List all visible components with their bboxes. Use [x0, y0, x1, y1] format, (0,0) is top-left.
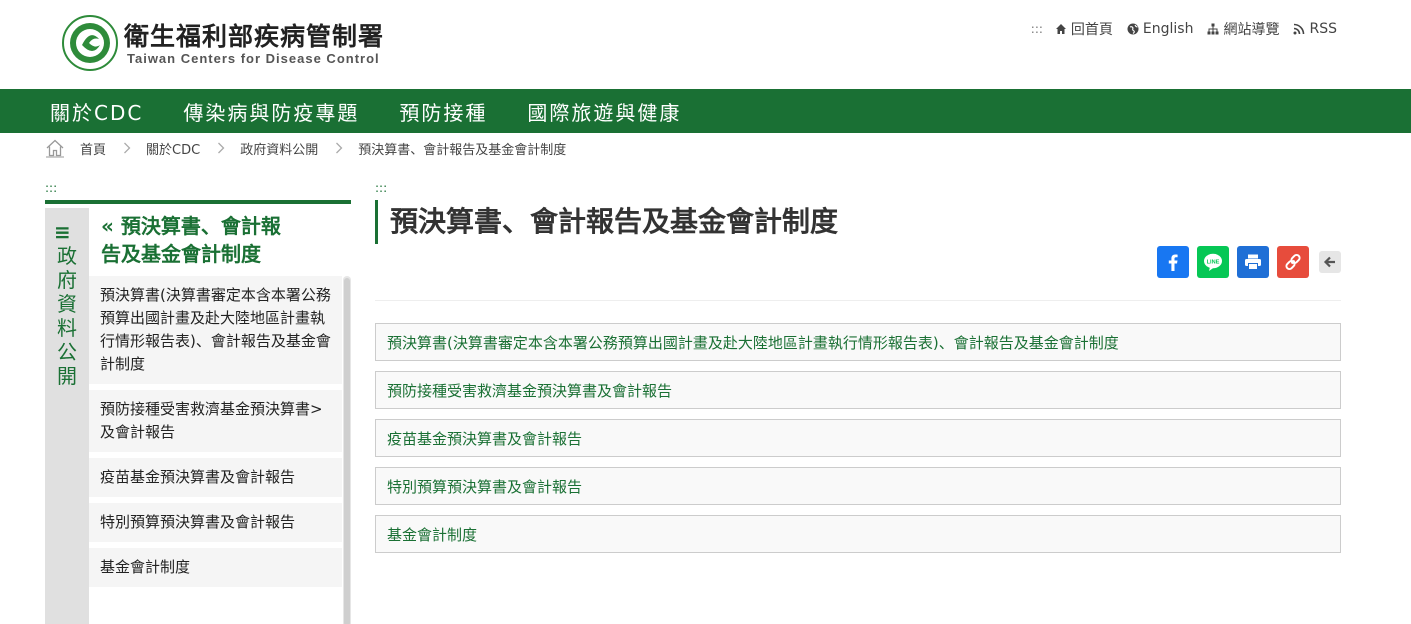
breadcrumb: 首頁 關於CDC 政府資料公開 預決算書、會計報告及基金會計制度	[45, 137, 566, 159]
sidebar-item-special-budget[interactable]: 特別預算預決算書及會計報告	[89, 503, 342, 542]
content-link-vaccine-injury-fund[interactable]: 預防接種受害救濟基金預決算書及會計報告	[375, 371, 1341, 409]
content-link-list: 預決算書(決算書審定本含本署公務預算出國計畫及赴大陸地區計畫執行情形報告表)、會…	[375, 323, 1341, 563]
rss-link-label: RSS	[1309, 21, 1337, 37]
nav-item-diseases[interactable]: 傳染病與防疫專題	[183, 97, 359, 126]
home-link[interactable]: 回首頁	[1055, 19, 1113, 39]
nav-item-vaccination[interactable]: 預防接種	[399, 97, 487, 126]
sidebar-item-fund-accounting[interactable]: 基金會計制度	[89, 548, 342, 587]
svg-text:LINE: LINE	[1207, 259, 1220, 265]
page-title: 預決算書、會計報告及基金會計制度	[375, 200, 838, 244]
facebook-share-button[interactable]	[1157, 246, 1189, 278]
sidebar-item-budget-reports[interactable]: 預決算書(決算書審定本含本署公務預算出國計畫及赴大陸地區計畫執行情形報告表)、會…	[89, 276, 342, 384]
rss-link[interactable]: RSS	[1293, 21, 1337, 37]
english-link[interactable]: English	[1127, 21, 1194, 37]
top-utility-links: ::: 回首頁 English 網站導覽 RSS	[1031, 19, 1337, 39]
arrow-left-icon	[1323, 256, 1335, 268]
menu-icon[interactable]: ≡	[54, 222, 71, 242]
site-title: 衛生福利部疾病管制署	[124, 22, 385, 51]
sidebar-list: 預決算書(決算書審定本含本署公務預算出國計畫及赴大陸地區計畫執行情形報告表)、會…	[89, 276, 342, 593]
home-link-label: 回首頁	[1070, 22, 1113, 38]
sidebar-accesskey-marker[interactable]: :::	[45, 181, 57, 195]
breadcrumb-home[interactable]: 首頁	[80, 139, 106, 158]
nav-item-travel-health[interactable]: 國際旅遊與健康	[527, 97, 681, 126]
print-button[interactable]	[1237, 246, 1269, 278]
sidebar-item-vaccine-fund[interactable]: 疫苗基金預決算書及會計報告	[89, 458, 342, 497]
copy-link-button[interactable]	[1277, 246, 1309, 278]
sitemap-icon	[1207, 23, 1219, 35]
breadcrumb-current[interactable]: 預決算書、會計報告及基金會計制度	[358, 139, 566, 158]
sidebar-section-label: 政府資料公開	[57, 244, 77, 388]
chevron-right-icon	[124, 142, 131, 154]
chevron-right-icon	[336, 142, 343, 154]
link-icon	[1285, 253, 1301, 271]
content-link-budget-reports[interactable]: 預決算書(決算書審定本含本署公務預算出國計畫及赴大陸地區計畫執行情形報告表)、會…	[375, 323, 1341, 361]
nav-item-about-cdc[interactable]: 關於CDC	[50, 97, 143, 126]
rss-icon	[1293, 23, 1305, 35]
content-link-special-budget[interactable]: 特別預算預決算書及會計報告	[375, 467, 1341, 505]
share-bar: LINE	[1157, 246, 1341, 278]
line-icon: LINE	[1204, 253, 1222, 271]
chevron-right-icon	[218, 142, 225, 154]
sidebar-section-tab[interactable]: ≡ 政府資料公開	[45, 208, 89, 624]
english-link-label: English	[1142, 21, 1194, 37]
breadcrumb-open-data[interactable]: 政府資料公開	[240, 139, 318, 158]
globe-icon	[1127, 23, 1139, 35]
sidebar-scrollbar-thumb[interactable]	[344, 278, 350, 624]
site-header: 衛生福利部疾病管制署 Taiwan Centers for Disease Co…	[0, 0, 1411, 89]
home-icon	[1055, 24, 1066, 34]
facebook-icon	[1168, 254, 1178, 271]
sidebar-scrollbar[interactable]	[343, 276, 351, 624]
content-accesskey-marker[interactable]: :::	[375, 181, 387, 195]
print-icon	[1245, 254, 1261, 270]
content-divider	[375, 300, 1341, 301]
line-share-button[interactable]: LINE	[1197, 246, 1229, 278]
back-button[interactable]	[1319, 251, 1341, 273]
sidebar-title[interactable]: « 預決算書、會計報告及基金會計制度	[101, 212, 297, 268]
accesskey-marker[interactable]: :::	[1031, 22, 1043, 36]
breadcrumb-about-cdc[interactable]: 關於CDC	[146, 139, 200, 158]
cdc-logo[interactable]	[62, 15, 118, 71]
sitemap-link[interactable]: 網站導覽	[1207, 19, 1279, 39]
site-subtitle: Taiwan Centers for Disease Control	[127, 51, 380, 66]
content-link-fund-accounting[interactable]: 基金會計制度	[375, 515, 1341, 553]
content-link-vaccine-fund[interactable]: 疫苗基金預決算書及會計報告	[375, 419, 1341, 457]
breadcrumb-home-icon[interactable]	[45, 138, 65, 158]
main-nav: 關於CDC 傳染病與防疫專題 預防接種 國際旅遊與健康	[0, 89, 1411, 133]
sidebar: ≡ 政府資料公開 « 預決算書、會計報告及基金會計制度 預決算書(決算書審定本含…	[45, 200, 351, 624]
sidebar-item-vaccine-injury-fund[interactable]: 預防接種受害救濟基金預決算書>及會計報告	[89, 390, 342, 452]
sitemap-link-label: 網站導覽	[1223, 22, 1280, 38]
